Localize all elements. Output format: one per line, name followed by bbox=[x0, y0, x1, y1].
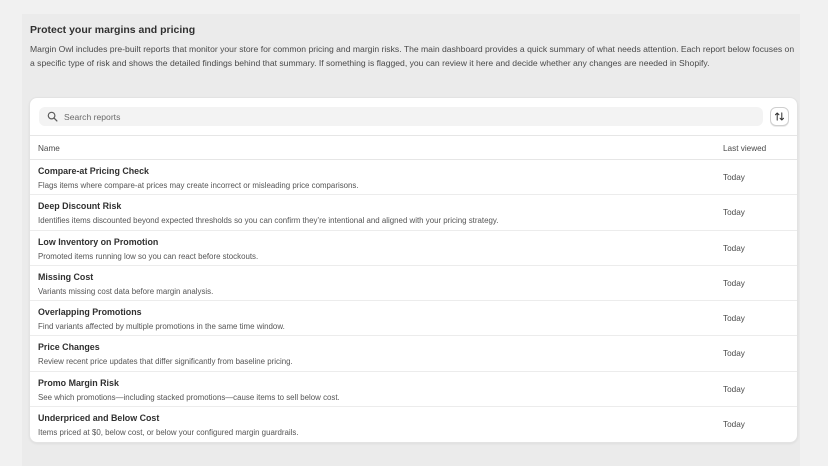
report-description: Review recent price updates that differ … bbox=[38, 357, 293, 367]
report-title[interactable]: Overlapping Promotions bbox=[38, 307, 142, 317]
report-row-deep-discount-risk[interactable]: Deep Discount Risk Identifies items disc… bbox=[30, 195, 797, 231]
search-icon bbox=[47, 111, 59, 123]
column-header-name: Name bbox=[38, 144, 60, 153]
search-bar[interactable] bbox=[39, 107, 763, 126]
reports-page: Protect your margins and pricing Margin … bbox=[22, 14, 800, 466]
report-last-viewed: Today bbox=[723, 243, 745, 253]
report-description: Variants missing cost data before margin… bbox=[38, 286, 214, 296]
report-row-overlapping-promotions[interactable]: Overlapping Promotions Find variants aff… bbox=[30, 301, 797, 337]
report-description: See which promotions—including stacked p… bbox=[38, 392, 340, 402]
report-last-viewed: Today bbox=[723, 173, 745, 182]
report-row-compare-at-pricing-check[interactable]: Compare-at Pricing Check Flags items whe… bbox=[30, 160, 797, 196]
sort-arrows-icon bbox=[774, 111, 785, 122]
report-row-low-inventory-on-promotion[interactable]: Low Inventory on Promotion Promoted item… bbox=[30, 231, 797, 266]
report-row-underpriced-and-below-cost[interactable]: Underpriced and Below Cost Items priced … bbox=[30, 407, 797, 442]
report-row-missing-cost[interactable]: Missing Cost Variants missing cost data … bbox=[30, 266, 797, 301]
report-title[interactable]: Low Inventory on Promotion bbox=[38, 237, 158, 247]
report-last-viewed: Today bbox=[723, 208, 745, 218]
column-header-last-viewed: Last viewed bbox=[723, 144, 767, 153]
report-last-viewed: Today bbox=[723, 419, 745, 429]
search-input[interactable] bbox=[64, 111, 744, 122]
report-description: Find variants affected by multiple promo… bbox=[38, 322, 285, 331]
reports-card: Name Last viewed Compare-at Pricing Chec… bbox=[29, 97, 798, 443]
sort-button[interactable] bbox=[770, 107, 789, 126]
report-description: Identifies items discounted beyond expec… bbox=[38, 216, 499, 226]
report-description: Flags items where compare-at prices may … bbox=[38, 181, 359, 190]
report-description: Items priced at $0, below cost, or below… bbox=[38, 427, 299, 437]
report-title[interactable]: Price Changes bbox=[38, 342, 100, 352]
report-row-promo-margin-risk[interactable]: Promo Margin Risk See which promotions—i… bbox=[30, 372, 797, 407]
report-title[interactable]: Missing Cost bbox=[38, 272, 93, 282]
report-row-price-changes[interactable]: Price Changes Review recent price update… bbox=[30, 336, 797, 372]
report-title[interactable]: Deep Discount Risk bbox=[38, 201, 121, 211]
report-title[interactable]: Compare-at Pricing Check bbox=[38, 166, 149, 176]
report-description: Promoted items running low so you can re… bbox=[38, 251, 259, 261]
report-title[interactable]: Underpriced and Below Cost bbox=[38, 413, 159, 423]
table-header: Name Last viewed bbox=[30, 135, 797, 160]
report-last-viewed: Today bbox=[723, 278, 745, 288]
report-title[interactable]: Promo Margin Risk bbox=[38, 378, 119, 388]
section-description: Margin Owl includes pre-built reports th… bbox=[30, 44, 795, 68]
report-list: Compare-at Pricing Check Flags items whe… bbox=[30, 160, 797, 442]
section-title: Protect your margins and pricing bbox=[30, 24, 196, 36]
report-last-viewed: Today bbox=[723, 349, 745, 359]
report-last-viewed: Today bbox=[723, 384, 745, 394]
report-last-viewed: Today bbox=[723, 314, 745, 323]
